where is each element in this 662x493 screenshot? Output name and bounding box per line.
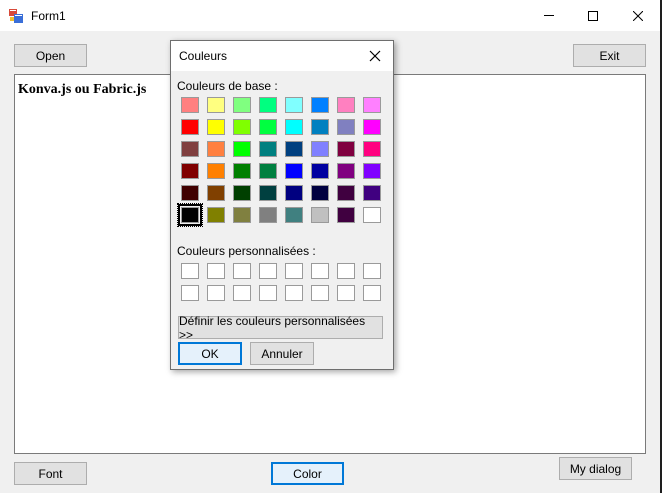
custom-color-swatch[interactable] xyxy=(311,263,329,279)
basic-color-swatch[interactable] xyxy=(337,141,355,157)
basic-color-swatch[interactable] xyxy=(363,141,381,157)
basic-color-swatch[interactable] xyxy=(285,207,303,223)
basic-color-swatch[interactable] xyxy=(285,163,303,179)
basic-color-swatch[interactable] xyxy=(259,207,277,223)
basic-color-swatch[interactable] xyxy=(311,119,329,135)
custom-color-swatch[interactable] xyxy=(259,285,277,301)
editor-text: Konva.js ou Fabric.js xyxy=(18,82,147,97)
custom-color-swatch[interactable] xyxy=(207,285,225,301)
color-dialog: Couleurs Couleurs de base : Couleurs per… xyxy=(170,40,394,370)
basic-color-swatch[interactable] xyxy=(177,203,203,227)
basic-color-swatch[interactable] xyxy=(207,185,225,201)
basic-color-swatch[interactable] xyxy=(285,141,303,157)
basic-color-swatch[interactable] xyxy=(285,185,303,201)
basic-color-swatch[interactable] xyxy=(233,163,251,179)
custom-color-swatch[interactable] xyxy=(181,263,199,279)
open-button[interactable]: Open xyxy=(14,44,87,67)
custom-color-swatch[interactable] xyxy=(337,285,355,301)
custom-color-swatch[interactable] xyxy=(207,263,225,279)
basic-color-swatch[interactable] xyxy=(181,141,199,157)
custom-color-swatch[interactable] xyxy=(285,285,303,301)
basic-color-swatch[interactable] xyxy=(207,163,225,179)
main-window: Form1 Open Exit Konva.js ou Fabric.js Fo… xyxy=(0,0,662,493)
custom-color-swatch[interactable] xyxy=(285,263,303,279)
basic-color-swatch[interactable] xyxy=(233,185,251,201)
basic-color-swatch[interactable] xyxy=(311,97,329,113)
basic-color-swatch[interactable] xyxy=(259,163,277,179)
basic-color-swatch[interactable] xyxy=(259,141,277,157)
define-custom-colors-button[interactable]: Définir les couleurs personnalisées >> xyxy=(178,314,383,342)
custom-colors-label: Couleurs personnalisées : xyxy=(177,244,316,258)
basic-color-swatch[interactable] xyxy=(337,119,355,135)
basic-color-swatch[interactable] xyxy=(337,185,355,201)
basic-color-swatch[interactable] xyxy=(363,207,381,223)
basic-color-swatch[interactable] xyxy=(181,97,199,113)
basic-color-swatch[interactable] xyxy=(363,185,381,201)
form-app-icon xyxy=(9,9,23,23)
basic-color-swatch[interactable] xyxy=(311,207,329,223)
basic-color-swatch[interactable] xyxy=(207,207,225,223)
basic-color-swatch[interactable] xyxy=(233,119,251,135)
close-button[interactable] xyxy=(615,0,661,31)
dialog-close-button[interactable] xyxy=(367,48,383,64)
window-title: Form1 xyxy=(31,9,66,23)
font-button[interactable]: Font xyxy=(14,462,87,485)
dialog-title: Couleurs xyxy=(179,49,228,63)
basic-color-swatch[interactable] xyxy=(259,185,277,201)
dialog-title-bar: Couleurs xyxy=(171,41,393,71)
basic-color-swatch[interactable] xyxy=(181,163,199,179)
basic-color-swatch[interactable] xyxy=(311,185,329,201)
basic-color-swatch[interactable] xyxy=(233,141,251,157)
maximize-button[interactable] xyxy=(570,0,616,31)
basic-color-swatch[interactable] xyxy=(363,119,381,135)
custom-color-swatch[interactable] xyxy=(259,263,277,279)
custom-color-swatch[interactable] xyxy=(363,263,381,279)
basic-color-swatch[interactable] xyxy=(337,207,355,223)
basic-color-swatch[interactable] xyxy=(311,141,329,157)
custom-color-swatch[interactable] xyxy=(181,285,199,301)
basic-color-swatch[interactable] xyxy=(259,119,277,135)
basic-color-swatch[interactable] xyxy=(207,97,225,113)
minimize-icon xyxy=(544,15,554,16)
custom-color-swatch[interactable] xyxy=(311,285,329,301)
basic-color-swatch[interactable] xyxy=(311,163,329,179)
basic-colors-label: Couleurs de base : xyxy=(177,79,278,93)
title-bar: Form1 xyxy=(0,0,660,31)
basic-color-swatch[interactable] xyxy=(363,97,381,113)
basic-color-swatch[interactable] xyxy=(259,97,277,113)
basic-color-swatch[interactable] xyxy=(233,97,251,113)
basic-color-swatch[interactable] xyxy=(207,141,225,157)
maximize-icon xyxy=(588,10,598,21)
custom-color-swatch[interactable] xyxy=(233,285,251,301)
close-icon xyxy=(369,50,381,62)
ok-button[interactable]: OK xyxy=(178,342,242,365)
basic-color-swatch[interactable] xyxy=(207,119,225,135)
basic-color-swatch[interactable] xyxy=(337,163,355,179)
my-dialog-button[interactable]: My dialog xyxy=(559,457,632,480)
color-button[interactable]: Color xyxy=(271,462,344,485)
basic-color-swatch[interactable] xyxy=(285,97,303,113)
basic-color-swatch[interactable] xyxy=(181,185,199,201)
minimize-button[interactable] xyxy=(526,0,572,31)
custom-color-swatch[interactable] xyxy=(363,285,381,301)
basic-color-swatch[interactable] xyxy=(363,163,381,179)
basic-color-swatch[interactable] xyxy=(233,207,251,223)
custom-color-swatch[interactable] xyxy=(233,263,251,279)
close-icon xyxy=(633,10,643,21)
basic-color-swatch[interactable] xyxy=(285,119,303,135)
cancel-button[interactable]: Annuler xyxy=(250,342,314,365)
basic-color-swatch[interactable] xyxy=(337,97,355,113)
custom-color-swatch[interactable] xyxy=(337,263,355,279)
exit-button[interactable]: Exit xyxy=(573,44,646,67)
basic-color-swatch[interactable] xyxy=(181,119,199,135)
